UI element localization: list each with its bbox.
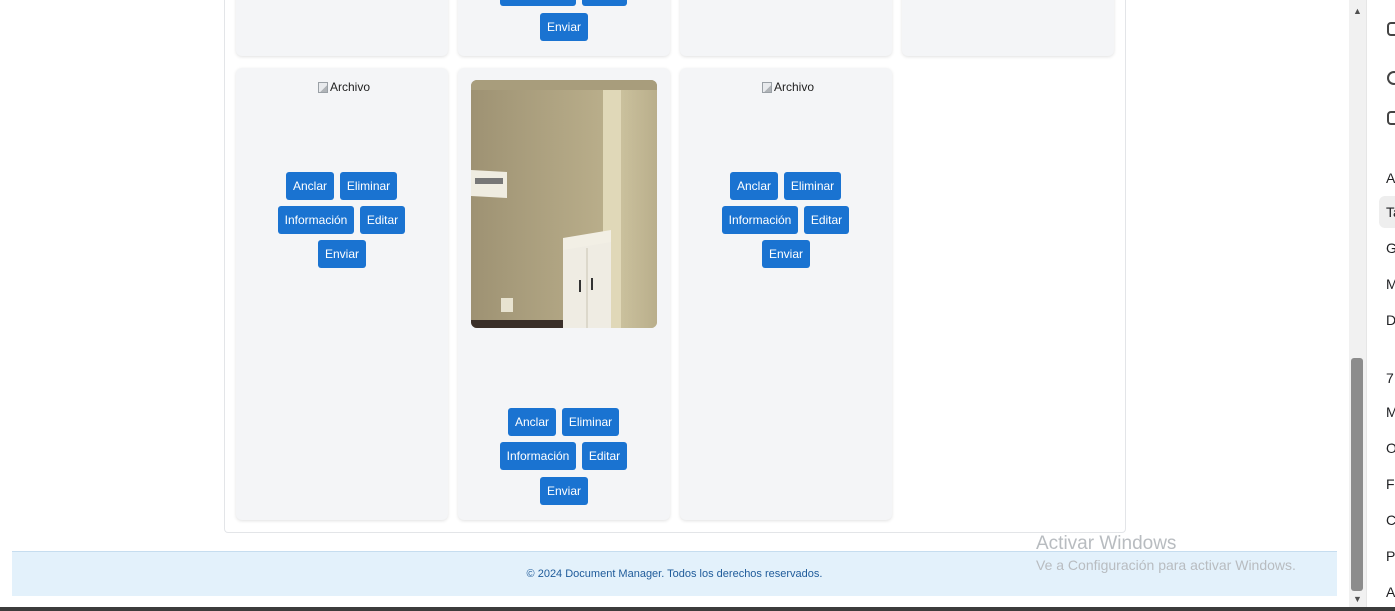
side-item[interactable]: P	[1386, 548, 1395, 564]
file-card	[902, 0, 1114, 56]
side-item[interactable]: Ag	[1386, 170, 1395, 186]
info-button[interactable]: Información	[500, 442, 576, 470]
history-icon[interactable]	[1387, 71, 1395, 85]
side-item[interactable]: A	[1386, 584, 1395, 600]
delete-button[interactable]: Eliminar	[784, 172, 841, 200]
file-image[interactable]: Archivo	[318, 80, 370, 94]
file-photo-thumbnail[interactable]	[471, 80, 657, 328]
delete-button[interactable]: Eliminar	[562, 408, 619, 436]
pin-button[interactable]: Anclar	[508, 408, 556, 436]
side-item[interactable]: O	[1386, 440, 1395, 456]
side-item[interactable]: D	[1386, 312, 1395, 328]
tab-icon[interactable]	[1387, 22, 1395, 36]
side-item[interactable]: M	[1386, 276, 1395, 292]
side-item: 7	[1386, 370, 1394, 386]
scroll-down-arrow-icon[interactable]: ▼	[1349, 594, 1366, 604]
footer-copyright: © 2024 Document Manager. Todos los derec…	[526, 568, 823, 580]
broken-image-icon	[762, 81, 772, 93]
send-button[interactable]: Enviar	[762, 240, 810, 268]
info-button[interactable]: Información	[722, 206, 798, 234]
edit-button[interactable]: Editar	[360, 206, 405, 234]
side-item[interactable]: Fe	[1386, 476, 1395, 492]
file-card: Archivo Anclar Eliminar Información Edit…	[236, 68, 448, 520]
info-button[interactable]: Información	[278, 206, 354, 234]
file-grid-panel: Enviar Archivo Anclar Eliminar Informaci…	[224, 0, 1126, 533]
send-button[interactable]: Enviar	[540, 13, 588, 41]
file-card	[236, 0, 448, 56]
collections-icon[interactable]	[1387, 111, 1395, 125]
edit-button[interactable]: Editar	[582, 442, 627, 470]
pin-button[interactable]: Anclar	[286, 172, 334, 200]
send-button[interactable]: Enviar	[318, 240, 366, 268]
windows-activation-subtitle: Ve a Configuración para activar Windows.	[1036, 557, 1296, 573]
side-item[interactable]: G	[1386, 240, 1395, 256]
file-image-alt: Archivo	[774, 80, 815, 94]
delete-button[interactable]: Eliminar	[340, 172, 397, 200]
file-card: Enviar	[458, 0, 670, 56]
side-item[interactable]: Ta	[1386, 204, 1395, 220]
edit-button[interactable]	[582, 0, 627, 6]
page-scrollbar[interactable]: ▲ ▼	[1349, 0, 1366, 611]
file-image[interactable]: Archivo	[762, 80, 814, 94]
file-card: Archivo Anclar Eliminar Información Edit…	[680, 68, 892, 520]
windows-activation-title: Activar Windows	[1036, 533, 1177, 554]
side-item[interactable]: M	[1386, 404, 1395, 420]
info-button[interactable]	[500, 0, 576, 6]
side-item[interactable]: C	[1386, 512, 1395, 528]
file-card	[680, 0, 892, 56]
file-image-alt: Archivo	[330, 80, 371, 94]
scroll-up-arrow-icon[interactable]: ▲	[1349, 6, 1366, 16]
pin-button[interactable]: Anclar	[730, 172, 778, 200]
scrollbar-thumb[interactable]	[1351, 358, 1363, 591]
browser-side-panel: Ag Ta G M D 7 M O Fe C P A	[1366, 0, 1395, 611]
broken-image-icon	[318, 81, 328, 93]
send-button[interactable]: Enviar	[540, 477, 588, 505]
room-photo	[471, 80, 657, 328]
edit-button[interactable]: Editar	[804, 206, 849, 234]
taskbar-edge	[0, 607, 1395, 611]
